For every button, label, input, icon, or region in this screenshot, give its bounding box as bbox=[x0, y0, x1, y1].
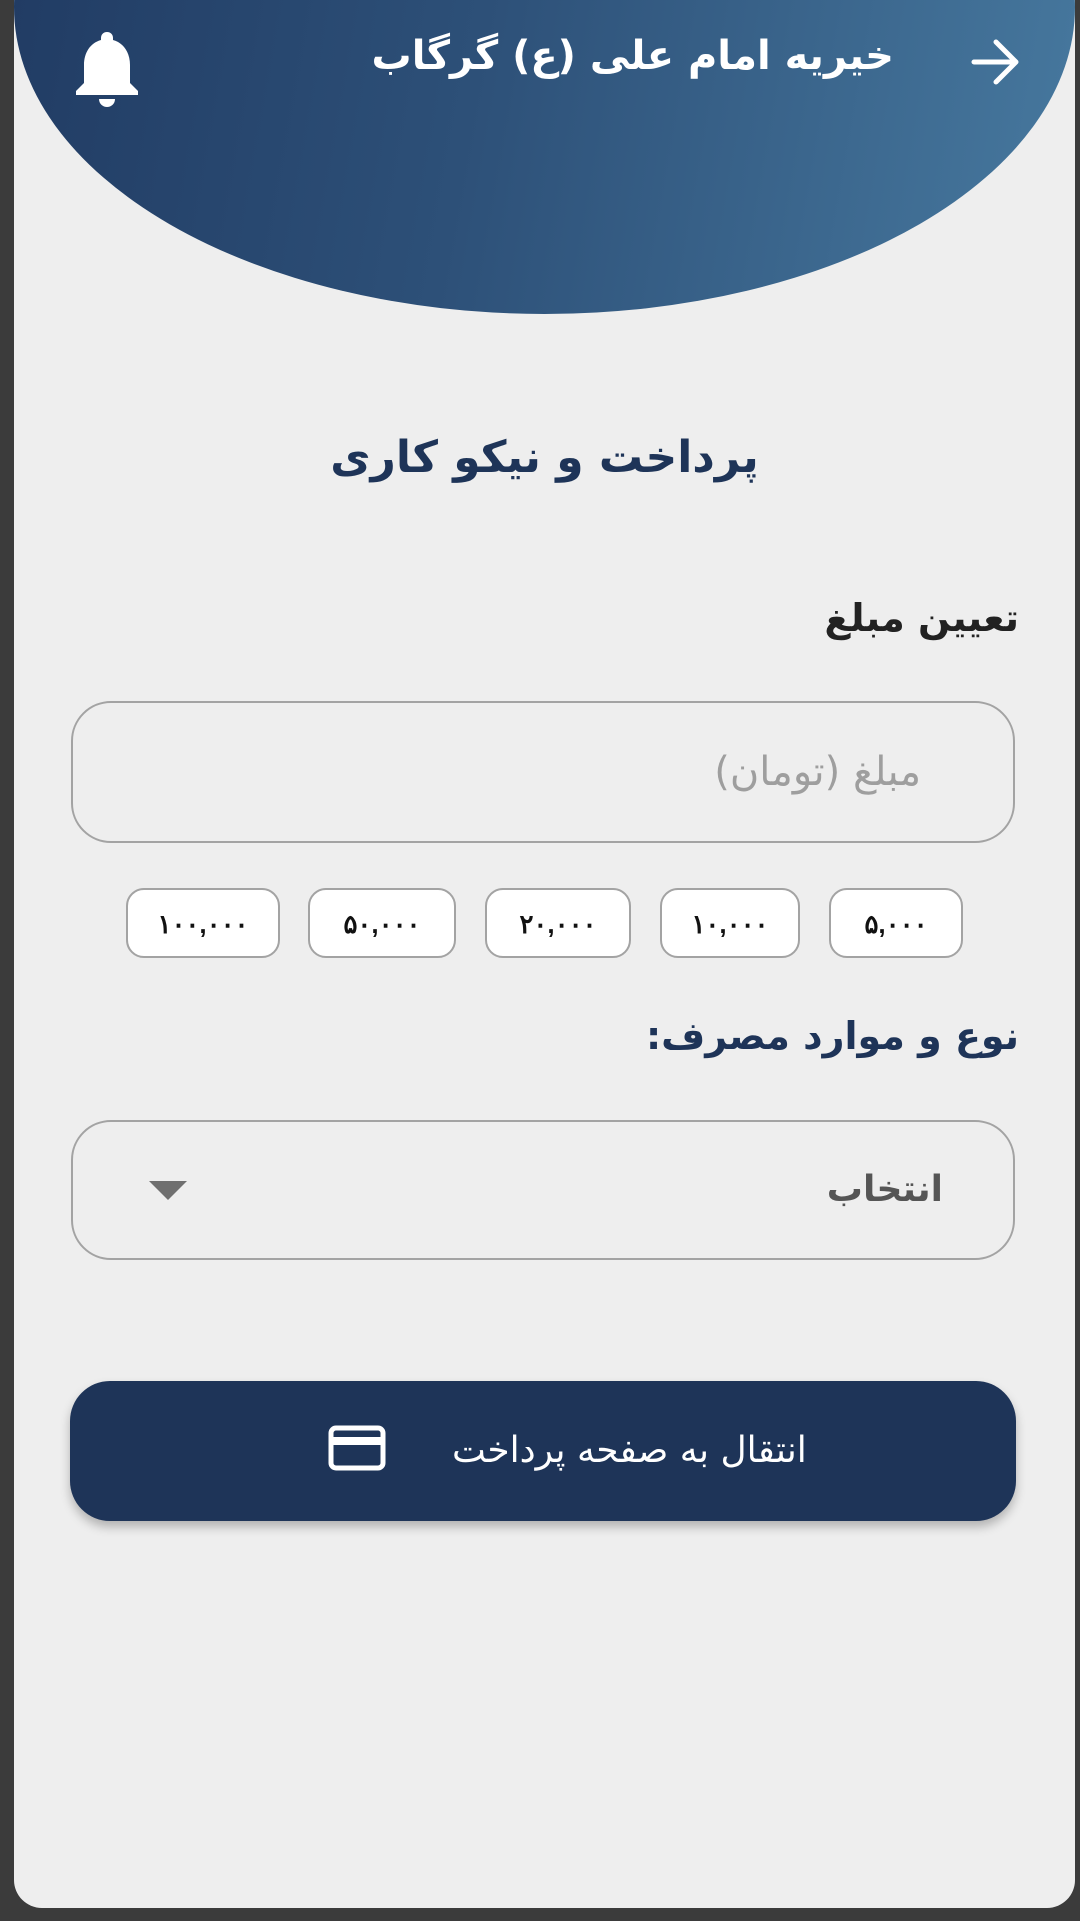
bell-icon[interactable] bbox=[72, 28, 142, 108]
payment-button-label: انتقال به صفحه پرداخت bbox=[452, 1430, 807, 1471]
credit-card-icon bbox=[328, 1425, 386, 1471]
page-title: پرداخت و نیکو کاری bbox=[330, 432, 759, 483]
preset-amount-10000[interactable]: ۱۰,۰۰۰ bbox=[660, 888, 800, 958]
preset-amount-5000[interactable]: ۵,۰۰۰ bbox=[829, 888, 963, 958]
preset-amount-100000[interactable]: ۱۰۰,۰۰۰ bbox=[126, 888, 280, 958]
preset-amount-20000[interactable]: ۲۰,۰۰۰ bbox=[485, 888, 631, 958]
arrow-right-icon[interactable] bbox=[968, 34, 1024, 90]
amount-input[interactable] bbox=[73, 703, 1013, 841]
usage-select-value: انتخاب bbox=[826, 1169, 943, 1210]
app-screen: خیریه امام علی (ع) گرگاب پرداخت و نیکو ک… bbox=[14, 0, 1075, 1908]
amount-label: تعیین مبلغ bbox=[824, 596, 1019, 640]
go-to-payment-button[interactable]: انتقال به صفحه پرداخت bbox=[70, 1381, 1016, 1521]
caret-down-icon bbox=[149, 1181, 187, 1200]
amount-field-container bbox=[71, 701, 1015, 843]
usage-select[interactable]: انتخاب bbox=[71, 1120, 1015, 1260]
app-title: خیریه امام علی (ع) گرگاب bbox=[371, 33, 894, 79]
preset-amount-50000[interactable]: ۵۰,۰۰۰ bbox=[308, 888, 456, 958]
usage-label: نوع و موارد مصرف: bbox=[645, 1014, 1019, 1058]
